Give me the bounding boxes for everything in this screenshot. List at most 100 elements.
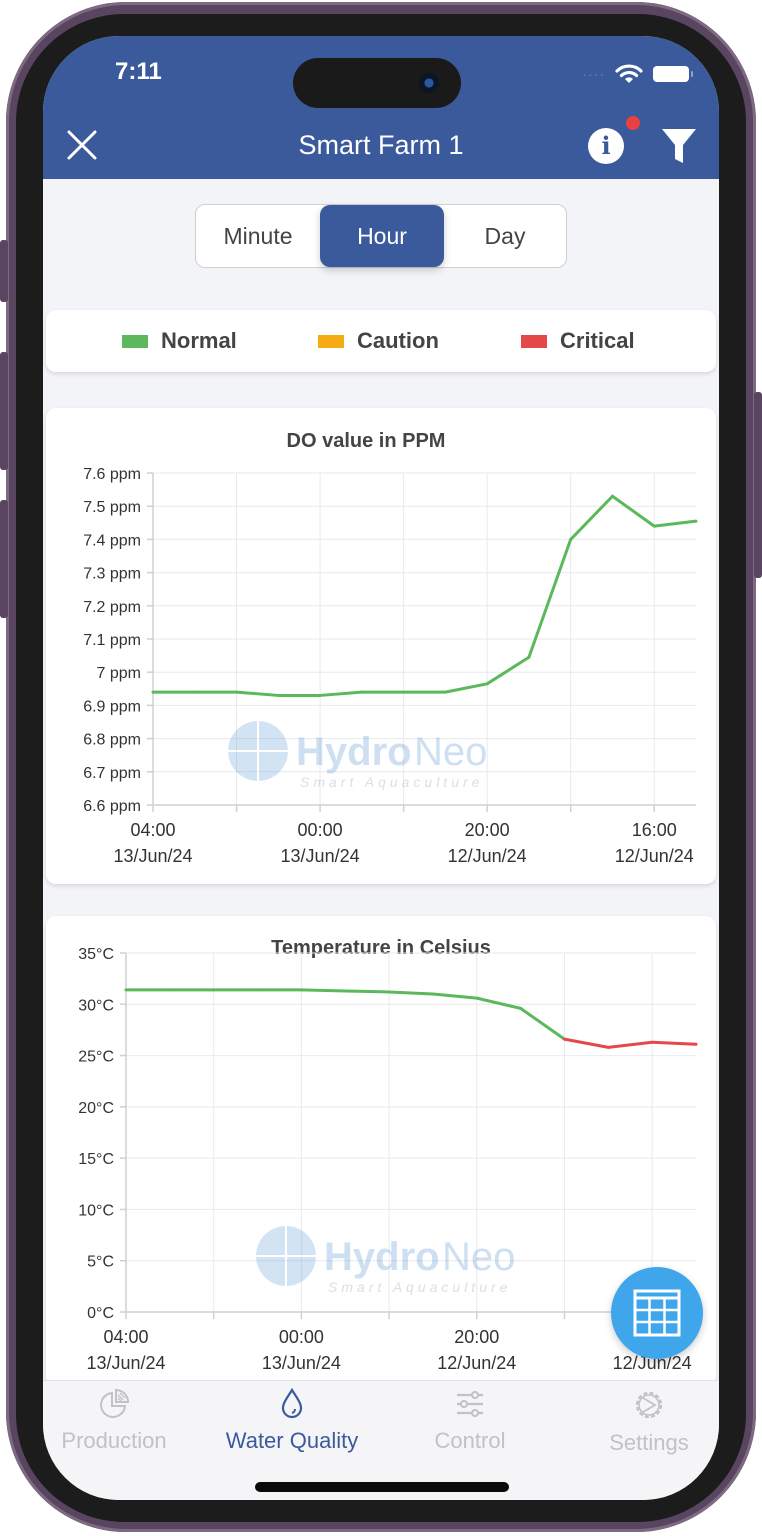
series-segment-normal (652, 519, 698, 528)
x-tick-time: 04:00 (103, 1327, 148, 1347)
y-tick-label: 6.8 ppm (83, 732, 141, 749)
y-tick-label: 6.9 ppm (83, 698, 141, 715)
filter-button[interactable] (660, 126, 698, 166)
cell-signal-icon: ···· (582, 66, 605, 82)
y-tick-label: 6.6 ppm (83, 798, 141, 815)
legend-label: Normal (161, 328, 237, 353)
legend-label: Critical (560, 328, 635, 353)
series-segment-normal (299, 988, 347, 993)
battery-icon (653, 66, 693, 82)
range-option-hour[interactable]: Hour (320, 205, 444, 267)
screen: 7:11 ···· Smart Farm 1 i Minute Hour Day… (43, 36, 719, 1500)
status-legend: Normal Caution Critical (46, 310, 716, 372)
legend-item-normal: Normal (122, 310, 237, 372)
series-segment-normal (318, 690, 364, 697)
x-tick-date: 12/Jun/24 (448, 846, 527, 866)
nav-item-settings[interactable]: Settings (599, 1387, 699, 1456)
series-segment-normal (610, 494, 656, 528)
nav-label: Production (61, 1428, 167, 1453)
x-tick-time: 04:00 (130, 820, 175, 840)
watermark-tagline: Smart Aquaculture (300, 774, 483, 790)
watermark-brand: Hydro (324, 1235, 440, 1279)
app-bar: 7:11 ···· Smart Farm 1 i (43, 36, 719, 179)
status-time: 7:11 (115, 58, 162, 85)
legend-swatch-normal (122, 334, 148, 348)
watermark-brand: Hydro (296, 730, 412, 774)
x-tick-date: 13/Jun/24 (113, 846, 192, 866)
do-chart-card: DO value in PPM 7.6 ppm 7.5 ppm 7.4 ppm 7.3 … (46, 408, 716, 884)
info-icon: i (601, 131, 611, 160)
watermark-brand: Neo (442, 1235, 515, 1279)
series-segment-normal (387, 990, 435, 996)
y-tick-label: 35°C (78, 946, 114, 963)
watermark-tagline: Smart Aquaculture (328, 1279, 511, 1295)
wifi-icon (615, 64, 643, 83)
nav-label: Control (434, 1428, 506, 1453)
volume-up-button (0, 352, 8, 470)
table-icon (633, 1289, 681, 1337)
hydroneo-watermark: Hydro NeoSmart Aquaculture (256, 1226, 515, 1295)
series-segment-normal (443, 682, 489, 694)
series-segment-normal (475, 996, 523, 1010)
series-segment-normal (569, 494, 614, 541)
y-tick-label: 7 ppm (97, 665, 141, 682)
nav-item-control[interactable]: Control (413, 1387, 527, 1454)
gear-icon (635, 1391, 663, 1419)
sliders-icon (457, 1391, 483, 1417)
series-segment-normal (431, 992, 479, 1000)
action-button (0, 240, 8, 302)
info-button[interactable]: i (588, 128, 624, 164)
power-button (754, 392, 762, 578)
do-chart: DO value in PPM 7.6 ppm 7.5 ppm 7.4 ppm 7.3 … (83, 430, 698, 866)
status-icons: ···· (582, 64, 693, 84)
y-tick-label: 0°C (87, 1305, 114, 1322)
y-tick-label: 5°C (87, 1254, 114, 1271)
table-view-button[interactable] (611, 1267, 703, 1359)
nav-label: Water Quality (225, 1428, 359, 1453)
pie-chart-icon (100, 1388, 130, 1418)
legend-swatch-caution (318, 334, 344, 348)
x-tick-time: 16:00 (632, 820, 677, 840)
notification-badge (626, 116, 640, 130)
x-tick-time: 00:00 (298, 820, 343, 840)
nav-item-water-quality[interactable]: Water Quality (213, 1387, 371, 1454)
nav-label: Settings (609, 1430, 689, 1455)
series-segment-normal (485, 655, 531, 686)
watermark-brand: Neo (414, 730, 487, 774)
legend-swatch-critical (521, 334, 547, 348)
y-tick-label: 30°C (78, 997, 114, 1014)
filter-icon (662, 129, 696, 163)
y-tick-label: 7.6 ppm (83, 466, 141, 483)
range-option-minute[interactable]: Minute (196, 205, 320, 267)
legend-item-caution: Caution (318, 310, 439, 372)
y-tick-label: 6.7 ppm (83, 765, 141, 782)
legend-item-critical: Critical (521, 310, 635, 372)
x-tick-time: 20:00 (454, 1327, 499, 1347)
y-tick-label: 15°C (78, 1151, 114, 1168)
water-drop-icon (281, 1387, 303, 1419)
range-option-day[interactable]: Day (444, 205, 566, 267)
x-tick-date: 13/Jun/24 (86, 1353, 165, 1373)
x-tick-time: 20:00 (465, 820, 510, 840)
nav-item-production[interactable]: Production (55, 1387, 173, 1454)
x-tick-date: 13/Jun/24 (281, 846, 360, 866)
chart-title: DO value in PPM (287, 430, 446, 452)
y-tick-label: 7.4 ppm (83, 532, 141, 549)
y-tick-label: 7.2 ppm (83, 599, 141, 616)
y-tick-label: 25°C (78, 1049, 114, 1066)
camera-icon (419, 73, 439, 93)
series-segment-normal (343, 989, 391, 994)
dynamic-island (293, 58, 461, 108)
series-segment-normal (519, 1006, 566, 1041)
x-tick-time: 00:00 (279, 1327, 324, 1347)
y-tick-label: 20°C (78, 1100, 114, 1117)
series-segment-critical (650, 1040, 698, 1046)
legend-label: Caution (357, 328, 439, 353)
home-indicator (255, 1482, 509, 1492)
y-tick-label: 7.5 ppm (83, 499, 141, 516)
hydroneo-watermark: Hydro NeoSmart Aquaculture (228, 721, 487, 790)
x-tick-date: 12/Jun/24 (615, 846, 694, 866)
chart-title: Temperature in Celsius (271, 937, 491, 959)
y-tick-label: 7.3 ppm (83, 566, 141, 583)
series-segment-normal (235, 690, 280, 697)
